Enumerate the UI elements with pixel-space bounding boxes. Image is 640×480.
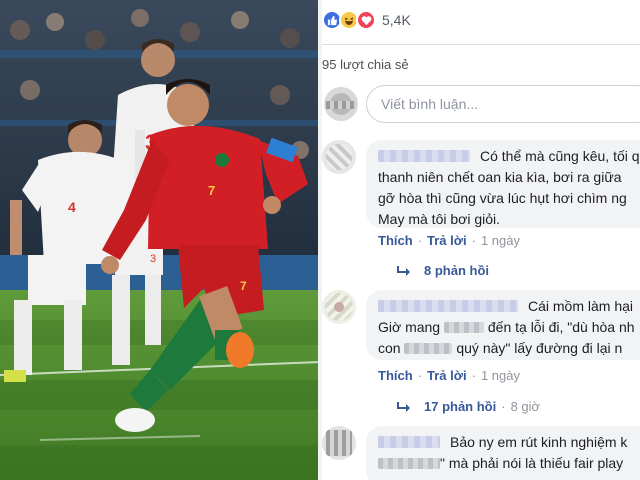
redacted-text xyxy=(404,343,453,354)
comment-bubble: Bảo ny em rút kinh nghiệm k " mà phải nó… xyxy=(366,426,640,480)
comment-actions: Thích · Trả lời · 1 ngày xyxy=(378,368,520,383)
comment-text-line: Có thể mà cũng kêu, tối q xyxy=(480,148,640,164)
reply-arrow-icon xyxy=(397,401,410,412)
svg-text:3: 3 xyxy=(150,253,156,265)
view-replies-link[interactable]: 17 phản hồi · 8 giờ xyxy=(396,399,540,414)
replies-count[interactable]: 17 phản hồi xyxy=(424,399,496,414)
facebook-comments-panel: 5,4K 95 lượt chia sẻ Có thể mà cũng kêu,… xyxy=(322,0,640,480)
svg-text:7: 7 xyxy=(240,279,247,293)
comment-bubble: Có thể mà cũng kêu, tối q thanh niên chế… xyxy=(366,140,640,228)
comment-text-line: quý này" lấy đường đi lại n xyxy=(456,340,623,356)
share-count[interactable]: 95 lượt chia sẻ xyxy=(322,57,409,72)
reactions-bar[interactable]: 5,4K xyxy=(322,8,411,32)
like-link[interactable]: Thích xyxy=(378,368,413,383)
reaction-count[interactable]: 5,4K xyxy=(382,12,411,28)
view-replies-link[interactable]: 8 phản hồi xyxy=(396,263,489,278)
comment-composer xyxy=(322,82,640,124)
reply-arrow-icon xyxy=(397,265,410,276)
divider xyxy=(322,44,640,45)
reply-link[interactable]: Trả lời xyxy=(427,233,467,248)
redacted-text xyxy=(378,458,440,469)
comment-timestamp[interactable]: 1 ngày xyxy=(481,368,520,383)
svg-text:4: 4 xyxy=(68,199,76,215)
comment-text-line: con xyxy=(378,340,401,356)
redacted-text xyxy=(443,322,484,333)
comment-bubble: Cái mồm làm hại Giờ mang đến tạ lỗi đi, … xyxy=(366,290,640,360)
comment-input-box[interactable] xyxy=(366,85,640,123)
commenter-name[interactable] xyxy=(378,300,518,312)
comment-text-line: " mà phải nói là thiếu fair play xyxy=(440,455,624,471)
comment-input[interactable] xyxy=(367,86,640,122)
avatar[interactable] xyxy=(322,290,356,324)
penalty-kick-photo: 3 3 4 xyxy=(0,0,320,480)
comment-actions: Thích · Trả lời · 1 ngày xyxy=(378,233,520,248)
comment-text-line: Bảo ny em rút kinh nghiệm k xyxy=(450,434,628,450)
avatar xyxy=(324,87,358,121)
post-photo[interactable]: 3 3 4 xyxy=(0,0,320,480)
replies-count[interactable]: 8 phản hồi xyxy=(424,263,489,278)
like-link[interactable]: Thích xyxy=(378,233,413,248)
love-icon xyxy=(356,10,376,30)
comment-text-line: May mà tôi bơi giỏi. xyxy=(378,211,501,227)
commenter-name[interactable] xyxy=(378,436,440,448)
comment-text-line: gỡ hòa thì cũng vừa lúc hụt hơi chìm ng xyxy=(378,190,627,206)
comment-timestamp[interactable]: 1 ngày xyxy=(481,233,520,248)
avatar[interactable] xyxy=(322,426,356,460)
replies-timestamp[interactable]: 8 giờ xyxy=(511,399,541,414)
comment-text-line: đến tạ lỗi đi, "dù hòa nh xyxy=(487,319,635,335)
reply-link[interactable]: Trả lời xyxy=(427,368,467,383)
comment-text-line: Cái mồm làm hại xyxy=(528,298,634,314)
comment-text-line: thanh niên chết oan kia kìa, bơi ra giữa xyxy=(378,169,622,185)
comment-text-line: Giờ mang xyxy=(378,319,441,335)
avatar[interactable] xyxy=(322,140,356,174)
commenter-name[interactable] xyxy=(378,150,470,162)
svg-text:7: 7 xyxy=(208,183,215,198)
